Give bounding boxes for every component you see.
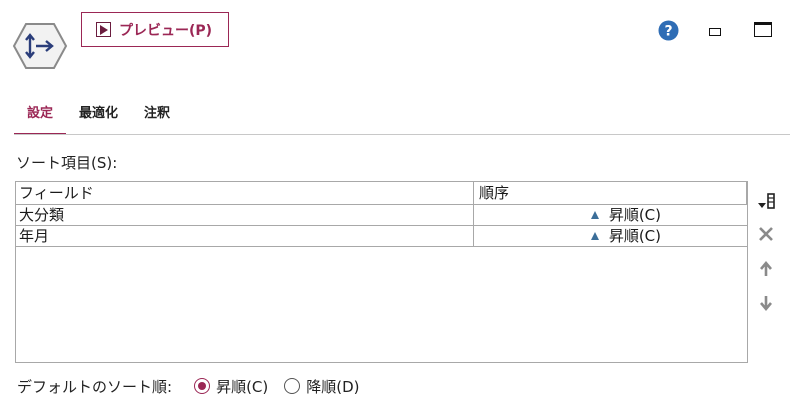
maximize-icon[interactable] [754, 22, 772, 37]
descending-radio[interactable]: 降順(D) [284, 376, 360, 397]
tab-optimization[interactable]: 最適化 [66, 96, 131, 135]
svg-text:?: ? [664, 24, 672, 40]
table-header: フィールド 順序 [16, 182, 747, 205]
ascending-triangle-icon [590, 232, 599, 240]
row-order-value: 昇順(C) [608, 206, 661, 224]
table-row[interactable]: 年月 昇順(C) [16, 226, 747, 247]
table-row[interactable]: 大分類 昇順(C) [16, 205, 747, 226]
radio-unchecked-icon [284, 378, 301, 394]
move-down-icon[interactable] [754, 291, 778, 315]
row-order-cell[interactable]: 昇順(C) [474, 205, 747, 225]
descending-radio-label: 降順(D) [306, 377, 360, 396]
tab-annotations[interactable]: 注釈 [131, 96, 183, 135]
column-header-order[interactable]: 順序 [474, 182, 747, 204]
sort-node-icon [12, 20, 68, 72]
add-field-icon[interactable] [754, 190, 778, 214]
default-sort-order: デフォルトのソート順: 昇順(C) 降順(D) [17, 375, 376, 397]
preview-button[interactable]: プレビュー(P) [81, 12, 229, 47]
delete-icon[interactable] [754, 222, 778, 246]
minimize-icon[interactable] [709, 28, 721, 36]
row-field-name: 年月 [16, 226, 474, 246]
help-icon[interactable]: ? [658, 20, 679, 41]
radio-checked-icon [194, 378, 211, 394]
move-up-icon[interactable] [754, 257, 778, 281]
sort-fields-table: フィールド 順序 大分類 昇順(C) 年月 昇順(C) [15, 181, 748, 363]
tab-bar: 設定 最適化 注釈 [14, 96, 183, 135]
default-sort-order-label: デフォルトのソート順: [17, 377, 173, 396]
tab-divider [14, 134, 790, 135]
row-order-cell[interactable]: 昇順(C) [474, 226, 747, 246]
preview-button-label: プレビュー(P) [119, 22, 213, 39]
play-icon [96, 22, 111, 37]
tab-settings[interactable]: 設定 [14, 96, 67, 135]
row-field-name: 大分類 [16, 205, 474, 225]
ascending-radio[interactable]: 昇順(C) [194, 376, 268, 397]
sort-fields-label: ソート項目(S): [16, 154, 118, 172]
ascending-triangle-icon [590, 211, 599, 219]
column-header-field[interactable]: フィールド [16, 182, 474, 204]
ascending-radio-label: 昇順(C) [216, 377, 269, 396]
row-order-value: 昇順(C) [608, 227, 661, 245]
